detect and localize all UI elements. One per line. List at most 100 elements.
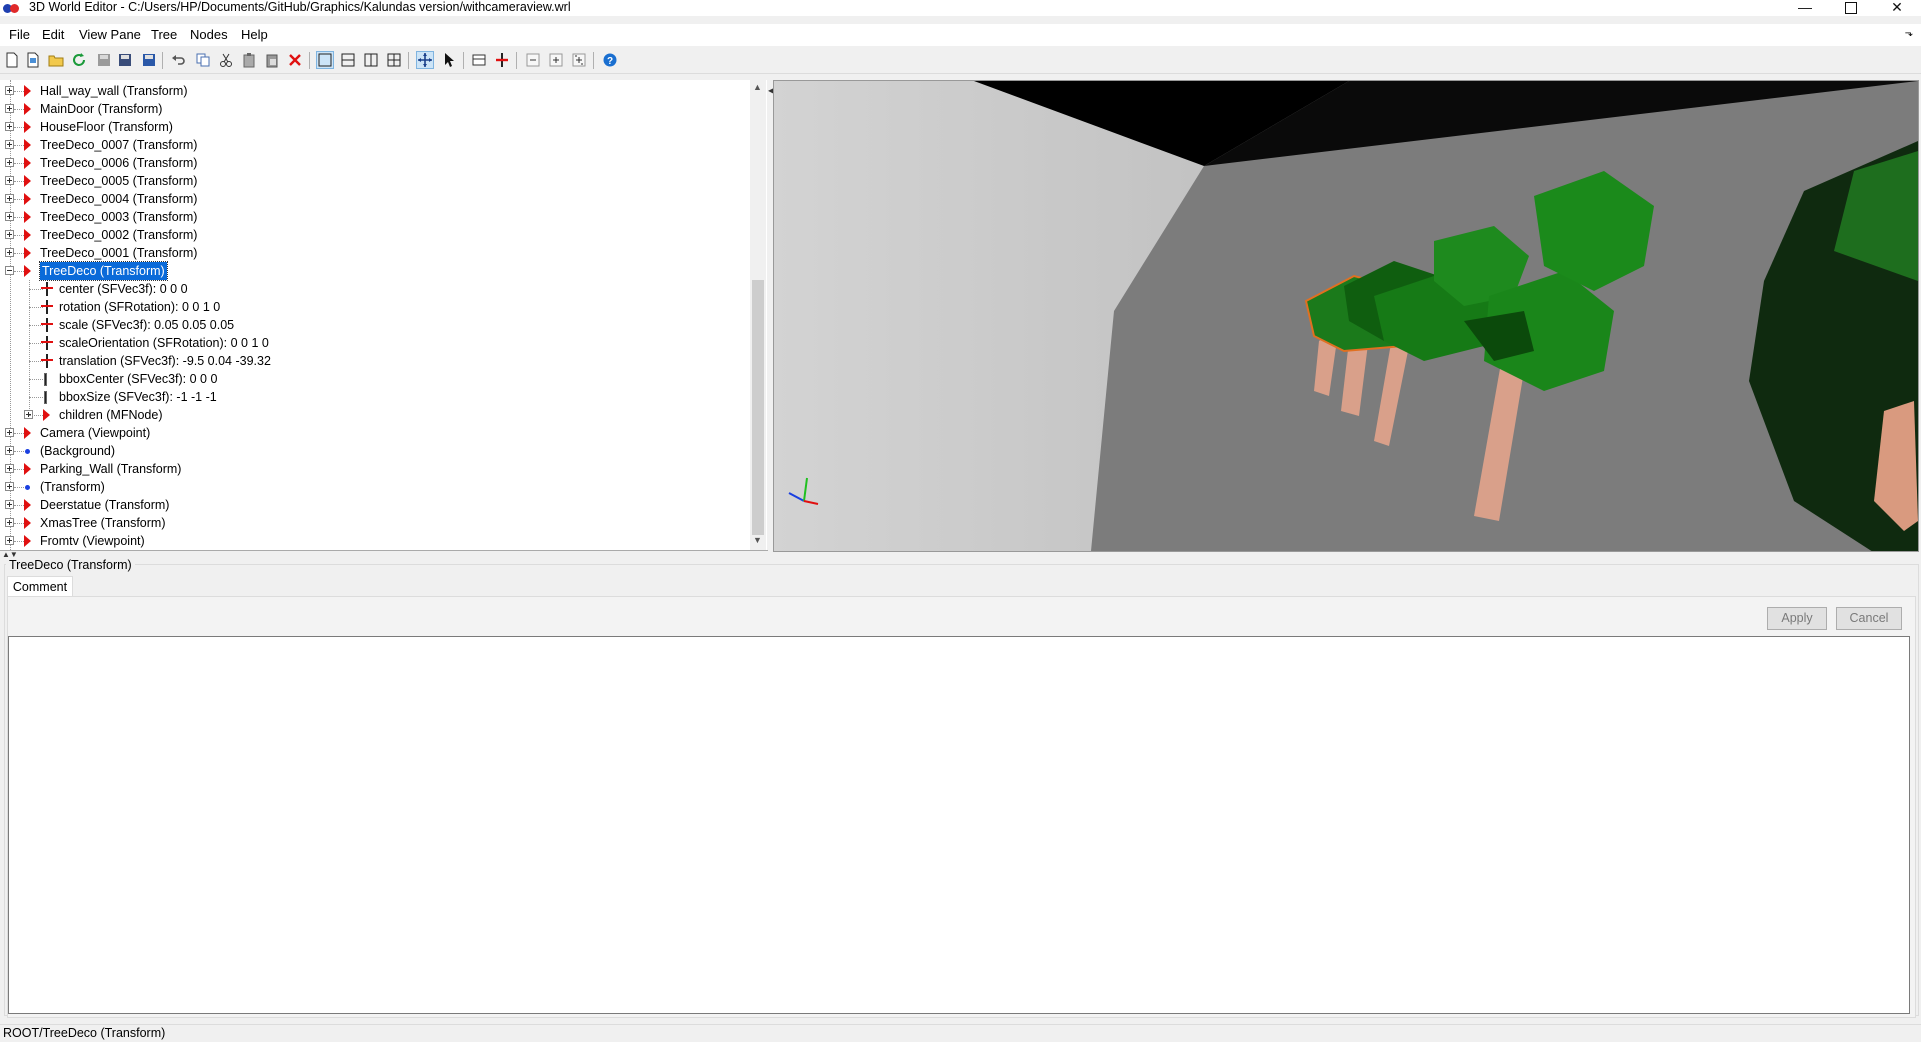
split-vertical-icon[interactable] <box>362 51 380 69</box>
tree-row[interactable]: Fromtv (Viewpoint) <box>0 532 745 550</box>
expand-icon[interactable] <box>5 158 14 167</box>
tree-row[interactable]: Camera (Viewpoint) <box>0 424 745 442</box>
tab-comment[interactable]: Comment <box>7 576 73 597</box>
cancel-button[interactable]: Cancel <box>1836 607 1902 630</box>
restore-corner-icon[interactable]: ⬎ <box>1905 28 1913 39</box>
expand-icon[interactable] <box>5 464 14 473</box>
tree-row[interactable]: Deerstatue (Transform) <box>0 496 745 514</box>
expand-icon[interactable] <box>5 194 14 203</box>
close-button[interactable]: ✕ <box>1874 0 1920 16</box>
tree-row[interactable]: TreeDeco_0004 (Transform) <box>0 190 745 208</box>
comment-textarea[interactable] <box>8 636 1910 1014</box>
tree-row[interactable]: (Background) <box>0 442 745 460</box>
expand-icon[interactable] <box>5 122 14 131</box>
new-file-icon[interactable] <box>3 51 21 69</box>
tree-node-label[interactable]: TreeDeco_0004 (Transform) <box>40 190 197 208</box>
reload-icon[interactable] <box>70 51 88 69</box>
expand-icon[interactable] <box>5 482 14 491</box>
new-template-icon[interactable] <box>24 51 42 69</box>
tree-node-label[interactable]: TreeDeco_0005 (Transform) <box>40 172 197 190</box>
expand-icon[interactable] <box>5 446 14 455</box>
pointer-tool-icon[interactable] <box>440 51 458 69</box>
tree-row[interactable]: XmasTree (Transform) <box>0 514 745 532</box>
collapse-icon[interactable] <box>5 266 14 275</box>
tree-node-label[interactable]: children (MFNode) <box>59 406 163 424</box>
tree-row[interactable]: rotation (SFRotation): 0 0 1 0 <box>0 298 745 316</box>
tree-node-label[interactable]: scaleOrientation (SFRotation): 0 0 1 0 <box>59 334 269 352</box>
tree-node-label[interactable]: TreeDeco_0002 (Transform) <box>40 226 197 244</box>
help-icon[interactable]: ? <box>601 51 619 69</box>
tree-row[interactable]: TreeDeco_0007 (Transform) <box>0 136 745 154</box>
apply-button[interactable]: Apply <box>1767 607 1827 630</box>
expand-icon[interactable] <box>5 176 14 185</box>
route-icon[interactable] <box>470 51 488 69</box>
tree-node-label[interactable]: scale (SFVec3f): 0.05 0.05 0.05 <box>59 316 234 334</box>
tree-row[interactable]: bboxCenter (SFVec3f): 0 0 0 <box>0 370 745 388</box>
tree-row[interactable]: HouseFloor (Transform) <box>0 118 745 136</box>
expand-icon[interactable] <box>5 536 14 545</box>
zoom-out-icon[interactable] <box>524 51 542 69</box>
tree-node-label[interactable]: bboxSize (SFVec3f): -1 -1 -1 <box>59 388 217 406</box>
menu-edit[interactable]: Edit <box>42 27 64 43</box>
tree-row[interactable]: MainDoor (Transform) <box>0 100 745 118</box>
tree-node-label[interactable]: TreeDeco (Transform) <box>39 261 168 281</box>
expand-icon[interactable] <box>5 212 14 221</box>
expand-icon[interactable] <box>5 86 14 95</box>
expand-icon[interactable] <box>5 104 14 113</box>
menu-tree[interactable]: Tree <box>151 27 177 43</box>
tree-row[interactable]: center (SFVec3f): 0 0 0 <box>0 280 745 298</box>
expand-icon[interactable] <box>5 518 14 527</box>
tree-node-label[interactable]: (Background) <box>40 442 115 460</box>
paste-icon[interactable] <box>240 51 258 69</box>
expand-icon[interactable] <box>5 428 14 437</box>
scene-render[interactable] <box>774 81 1918 551</box>
tree-node-label[interactable]: MainDoor (Transform) <box>40 100 162 118</box>
minimize-button[interactable]: — <box>1782 0 1828 16</box>
paste-special-icon[interactable] <box>263 51 281 69</box>
tree-node-label[interactable]: HouseFloor (Transform) <box>40 118 173 136</box>
tree-row[interactable]: TreeDeco_0002 (Transform) <box>0 226 745 244</box>
tree-row[interactable]: bboxSize (SFVec3f): -1 -1 -1 <box>0 388 745 406</box>
tree-row[interactable]: TreeDeco_0001 (Transform) <box>0 244 745 262</box>
tree-node-label[interactable]: TreeDeco_0006 (Transform) <box>40 154 197 172</box>
single-view-icon[interactable] <box>316 51 334 69</box>
copy-icon[interactable] <box>194 51 212 69</box>
tree-node-label[interactable]: TreeDeco_0003 (Transform) <box>40 208 197 226</box>
tree-node-label[interactable]: center (SFVec3f): 0 0 0 <box>59 280 188 298</box>
menu-file[interactable]: File <box>9 27 30 43</box>
scene-tree[interactable]: Hall_way_wall (Transform) MainDoor (Trans… <box>0 80 768 551</box>
tree-node-label[interactable]: Hall_way_wall (Transform) <box>40 82 188 100</box>
tree-row[interactable]: translation (SFVec3f): -9.5 0.04 -39.32 <box>0 352 745 370</box>
expand-icon[interactable] <box>5 140 14 149</box>
tree-row[interactable]: TreeDeco_0005 (Transform) <box>0 172 745 190</box>
tree-row[interactable]: TreeDeco_0003 (Transform) <box>0 208 745 226</box>
cut-icon[interactable] <box>217 51 235 69</box>
tree-node-label[interactable]: XmasTree (Transform) <box>40 514 165 532</box>
3d-viewport[interactable] <box>773 80 1919 552</box>
scroll-down-icon[interactable]: ▼ <box>753 535 762 545</box>
expand-icon[interactable] <box>5 230 14 239</box>
tree-node-label[interactable]: TreeDeco_0001 (Transform) <box>40 244 197 262</box>
menu-help[interactable]: Help <box>241 27 268 43</box>
maximize-button[interactable] <box>1828 0 1874 16</box>
tree-node-label[interactable]: translation (SFVec3f): -9.5 0.04 -39.32 <box>59 352 271 370</box>
tree-row[interactable]: TreeDeco_0006 (Transform) <box>0 154 745 172</box>
insert-node-icon[interactable] <box>493 51 511 69</box>
tree-row[interactable]: Parking_Wall (Transform) <box>0 460 745 478</box>
move-tool-icon[interactable] <box>416 51 434 69</box>
save-as-icon[interactable] <box>116 51 134 69</box>
menu-nodes[interactable]: Nodes <box>190 27 228 43</box>
scroll-up-icon[interactable]: ▲ <box>753 82 762 92</box>
tree-node-label[interactable]: Deerstatue (Transform) <box>40 496 169 514</box>
tree-row[interactable]: scaleOrientation (SFRotation): 0 0 1 0 <box>0 334 745 352</box>
tree-row[interactable]: Hall_way_wall (Transform) <box>0 82 745 100</box>
tree-row[interactable]: scale (SFVec3f): 0.05 0.05 0.05 <box>0 316 745 334</box>
expand-icon[interactable] <box>5 248 14 257</box>
save-disabled-icon[interactable] <box>95 51 113 69</box>
tree-node-label[interactable]: bboxCenter (SFVec3f): 0 0 0 <box>59 370 217 388</box>
tree-row[interactable]: TreeDeco (Transform) <box>0 261 745 281</box>
tree-node-label[interactable]: Parking_Wall (Transform) <box>40 460 181 478</box>
delete-icon[interactable] <box>286 51 304 69</box>
open-folder-icon[interactable] <box>47 51 65 69</box>
tree-node-label[interactable]: TreeDeco_0007 (Transform) <box>40 136 197 154</box>
